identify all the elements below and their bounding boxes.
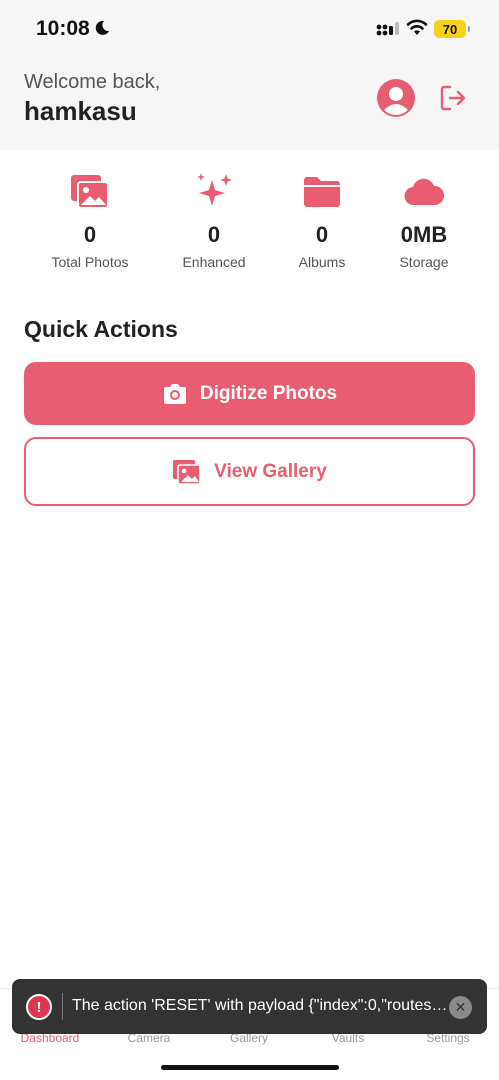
stat-total-photos: 0 Total Photos — [40, 172, 140, 270]
close-icon[interactable]: ✕ — [449, 996, 472, 1019]
stat-albums: 0 Albums — [272, 172, 372, 270]
stat-value: 0 — [83, 222, 97, 247]
toast-message: The action 'RESET' with payload {"index"… — [72, 997, 448, 1014]
view-gallery-button[interactable]: View Gallery — [24, 437, 475, 506]
moon-icon — [95, 20, 109, 35]
sparkles-icon — [197, 173, 232, 206]
stat-value: 0MB — [400, 222, 448, 247]
quick-actions-title: Quick Actions — [24, 316, 178, 342]
status-time: 10:08 — [36, 17, 90, 40]
images-icon — [173, 459, 201, 485]
photos-icon — [71, 175, 109, 209]
error-icon: ! — [26, 994, 52, 1020]
battery-indicator: 70 — [434, 20, 470, 38]
stat-label: Total Photos — [51, 254, 129, 270]
wifi-icon — [406, 19, 428, 35]
cloud-icon — [404, 178, 444, 206]
header: 10:08 70 Welcome back, hamkasu — [0, 0, 499, 150]
stat-label: Enhanced — [182, 254, 246, 270]
stat-enhanced: 0 Enhanced — [164, 172, 264, 270]
welcome-text: Welcome back, — [24, 71, 161, 93]
battery-level: 70 — [442, 21, 458, 37]
camera-icon — [163, 383, 186, 404]
status-bar: 10:08 70 — [0, 0, 499, 56]
digitize-photos-label: Digitize Photos — [199, 382, 338, 404]
digitize-photos-button[interactable]: Digitize Photos — [24, 362, 475, 425]
view-gallery-label: View Gallery — [214, 460, 327, 482]
stats-row: 0 Total Photos 0 Enhanced 0 Albums 0MB S… — [0, 172, 499, 282]
folder-icon — [304, 177, 340, 207]
username: hamkasu — [24, 96, 137, 126]
stat-label: Albums — [298, 254, 346, 270]
toast-divider — [62, 993, 63, 1020]
stat-storage: 0MB Storage — [374, 172, 474, 270]
logout-icon[interactable] — [438, 83, 468, 113]
stat-value: 0 — [315, 222, 329, 247]
signal-icon — [376, 22, 399, 36]
error-toast[interactable]: ! The action 'RESET' with payload {"inde… — [12, 979, 487, 1034]
stat-label: Storage — [399, 254, 449, 270]
stat-value: 0 — [207, 222, 221, 247]
home-indicator[interactable] — [161, 1065, 339, 1070]
profile-avatar-icon[interactable] — [376, 78, 416, 118]
